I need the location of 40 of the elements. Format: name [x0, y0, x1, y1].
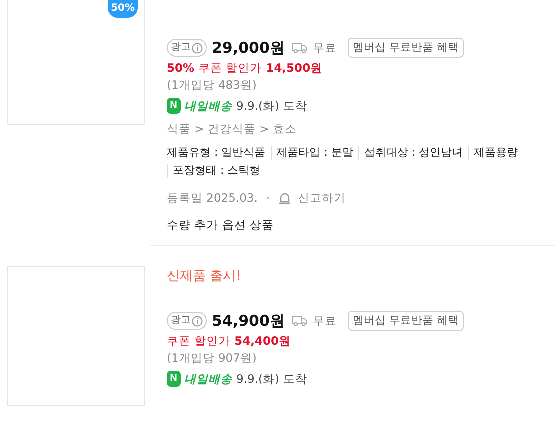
report-link[interactable]: 신고하기	[298, 190, 346, 206]
discount-rate: 50%	[167, 60, 195, 76]
coupon-label: 쿠폰 할인가	[167, 333, 231, 349]
bell-icon[interactable]	[278, 192, 292, 204]
coupon-price: 14,500원	[266, 60, 323, 76]
product-attribute: 제품유형 : 일반식품	[167, 146, 267, 160]
delivery-brand: 내일배송	[184, 98, 233, 114]
info-icon[interactable]	[192, 42, 203, 54]
delivery-brand: 내일배송	[184, 371, 233, 387]
benefit-tag: 멤버십 무료반품 혜택	[348, 311, 464, 331]
coupon-label: 쿠폰 할인가	[198, 60, 262, 76]
product-attribute: 섭취대상 : 성인남녀	[358, 146, 468, 160]
unit-price: (1개입당 907원)	[167, 350, 258, 366]
ad-tag: 광고	[167, 39, 207, 57]
shipping-fee: 무료	[312, 313, 337, 329]
registration-date: 등록일 2025.03.	[167, 190, 258, 206]
truck-icon	[292, 42, 308, 54]
benefit-tag: 멤버십 무료반품 혜택	[348, 38, 464, 58]
delivery-suffix: 도착	[283, 371, 308, 387]
product-price: 54,900원	[212, 313, 285, 329]
truck-icon	[292, 315, 308, 327]
delivery-badge: N	[167, 98, 181, 114]
shipping-fee: 무료	[312, 40, 337, 56]
delivery-date: 9.9.(화)	[236, 371, 280, 387]
product-attribute: 제품용량	[468, 146, 524, 160]
info-icon[interactable]	[192, 316, 203, 326]
discount-badge: 50%	[108, 0, 138, 18]
unit-price: (1개입당 483원)	[167, 77, 258, 93]
coupon-price: 54,400원	[234, 333, 292, 349]
ad-tag: 광고	[167, 312, 207, 330]
delivery-suffix: 도착	[283, 98, 308, 114]
dot-separator	[266, 197, 269, 199]
product-attribute: 포장형태 : 스틱형	[167, 164, 266, 178]
option-note: 수량 추가 옵션 상품	[167, 217, 275, 233]
category-path[interactable]: 식품 > 건강식품 > 효소	[167, 121, 555, 137]
promo-headline: 신제품 출시!	[167, 269, 242, 285]
product-price: 29,000원	[212, 40, 285, 56]
delivery-date: 9.9.(화)	[236, 98, 280, 114]
delivery-badge: N	[167, 371, 181, 387]
product-attribute: 제품타입 : 분말	[270, 146, 358, 160]
